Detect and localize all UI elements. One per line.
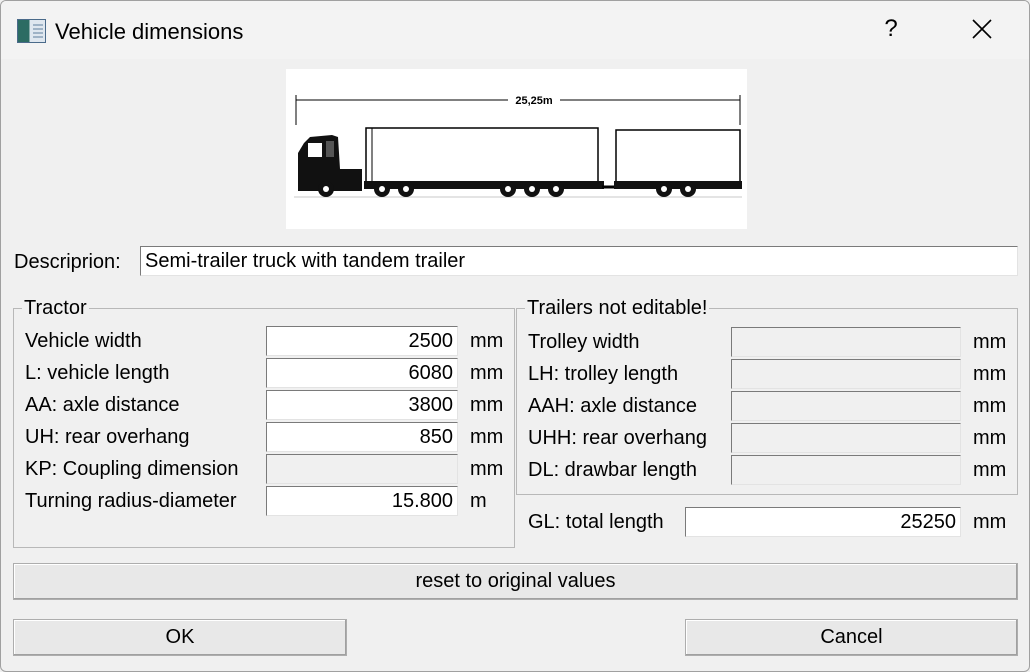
axle-distance-input[interactable]: 3800 bbox=[266, 390, 458, 420]
overall-length-label: 25,25m bbox=[515, 95, 553, 107]
dialog-window: Vehicle dimensions ? 25,25m Descriprion:… bbox=[0, 0, 1030, 672]
trailers-group-title: Trailers not editable! bbox=[525, 297, 710, 320]
description-label: Descriprion: bbox=[14, 251, 121, 273]
rear-overhang-label: UH: rear overhang bbox=[25, 426, 190, 448]
window-title: Vehicle dimensions bbox=[55, 19, 244, 44]
turning-radius-label: Turning radius-diameter bbox=[25, 490, 237, 512]
coupling-dimension-unit: mm bbox=[470, 458, 504, 480]
total-length-unit: mm bbox=[973, 511, 1007, 533]
truck-with-trailer-illustration: 25,25m bbox=[294, 93, 742, 198]
drawbar-length-label: DL: drawbar length bbox=[528, 459, 697, 481]
trailer-axle-distance-label: AAH: axle distance bbox=[528, 395, 697, 417]
close-icon bbox=[972, 19, 992, 39]
trailer-rear-overhang-unit: mm bbox=[973, 427, 1007, 449]
rear-overhang-input[interactable]: 850 bbox=[266, 422, 458, 452]
vehicle-length-label: L: vehicle length bbox=[25, 362, 170, 384]
drawbar-length-input bbox=[731, 455, 961, 485]
trolley-length-unit: mm bbox=[973, 363, 1007, 385]
title-bar: Vehicle dimensions ? bbox=[1, 1, 1029, 59]
total-length-input[interactable]: 25250 bbox=[685, 507, 961, 537]
vehicle-width-input[interactable]: 2500 bbox=[266, 326, 458, 356]
axle-distance-unit: mm bbox=[470, 394, 504, 416]
coupling-dimension-input bbox=[266, 454, 458, 484]
reset-button[interactable]: reset to original values bbox=[13, 563, 1018, 600]
trailer-rear-overhang-label: UHH: rear overhang bbox=[528, 427, 707, 449]
coupling-dimension-label: KP: Coupling dimension bbox=[25, 458, 239, 480]
turning-radius-input[interactable]: 15.800 bbox=[266, 486, 458, 516]
trailer-axle-distance-unit: mm bbox=[973, 395, 1007, 417]
cancel-button[interactable]: Cancel bbox=[685, 619, 1018, 656]
rear-overhang-unit: mm bbox=[470, 426, 504, 448]
close-button[interactable] bbox=[956, 7, 1008, 51]
help-button[interactable]: ? bbox=[873, 7, 909, 51]
vehicle-width-unit: mm bbox=[470, 330, 504, 352]
trailer-rear-overhang-input bbox=[731, 423, 961, 453]
vehicle-length-unit: mm bbox=[470, 362, 504, 384]
trolley-width-label: Trolley width bbox=[528, 331, 640, 353]
ok-button[interactable]: OK bbox=[13, 619, 347, 656]
vehicle-length-input[interactable]: 6080 bbox=[266, 358, 458, 388]
vehicle-picture: 25,25m bbox=[286, 69, 747, 229]
trolley-length-input bbox=[731, 359, 961, 389]
turning-radius-unit: m bbox=[470, 490, 487, 512]
trolley-width-unit: mm bbox=[973, 331, 1007, 353]
drawbar-length-unit: mm bbox=[973, 459, 1007, 481]
trolley-width-input bbox=[731, 327, 961, 357]
vehicle-width-label: Vehicle width bbox=[25, 330, 142, 352]
total-length-label: GL: total length bbox=[528, 511, 664, 533]
description-input[interactable]: Semi-trailer truck with tandem trailer bbox=[140, 246, 1018, 276]
tractor-group-title: Tractor bbox=[22, 297, 89, 320]
app-icon bbox=[17, 19, 46, 43]
axle-distance-label: AA: axle distance bbox=[25, 394, 180, 416]
trailer-axle-distance-input bbox=[731, 391, 961, 421]
trolley-length-label: LH: trolley length bbox=[528, 363, 679, 385]
